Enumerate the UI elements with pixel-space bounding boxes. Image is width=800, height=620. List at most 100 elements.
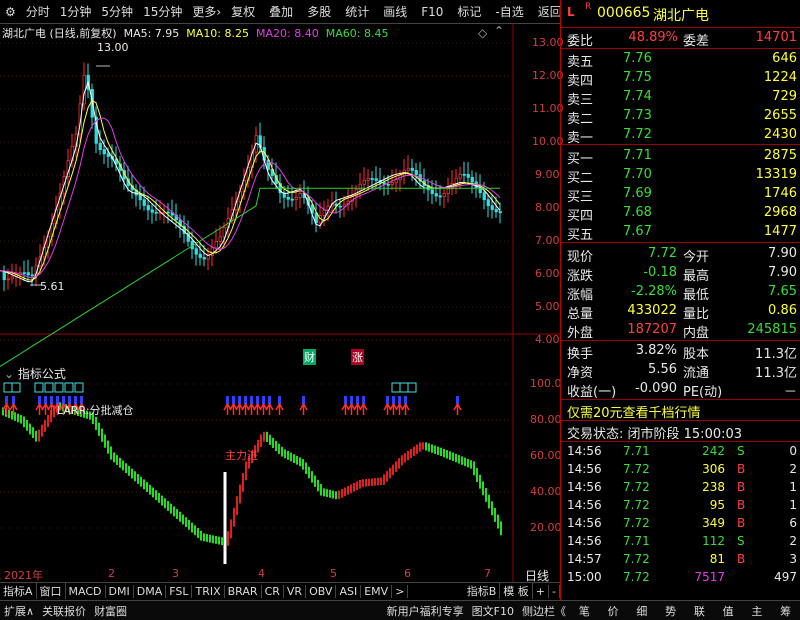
x-month: 5 <box>330 567 337 580</box>
candle <box>390 182 394 185</box>
side-tab[interactable]: 笔 <box>575 603 594 619</box>
period-tab-5min[interactable]: 5分钟 <box>96 3 138 20</box>
indicator-tab[interactable]: DMA <box>134 584 167 598</box>
promo-row[interactable]: 仅需20元查看千档行情 <box>561 401 800 421</box>
indicator-tab[interactable]: CR <box>262 584 284 598</box>
indicator-bar <box>203 533 205 542</box>
indicator-tab[interactable]: FSL <box>166 584 193 598</box>
tick-price: 7.72 <box>623 480 650 494</box>
indicator-bar <box>98 422 100 436</box>
template-tab[interactable]: 模 板 <box>500 583 533 599</box>
stat-label: 流通 <box>683 366 710 381</box>
tick-count: 6 <box>789 516 797 530</box>
indicator-tab[interactable]: BRAR <box>225 584 262 598</box>
stat-label: 今开 <box>683 250 710 265</box>
ask-volume: 646 <box>772 51 797 66</box>
side-tab[interactable]: 势 <box>661 603 680 619</box>
indicator-tab[interactable]: 窗口 <box>37 583 66 599</box>
zoom-in-button[interactable]: + <box>533 584 550 598</box>
bid-label: 买一 <box>567 152 594 167</box>
side-tab[interactable]: 联 <box>690 603 709 619</box>
indicator-tab[interactable]: EMV <box>361 584 393 598</box>
settings-icon[interactable]: ⚙ <box>0 5 21 19</box>
new-user-promo[interactable]: 新用户福利专享 <box>383 603 468 619</box>
tick-volume: 7517 <box>694 570 725 584</box>
more-tabs-arrow[interactable]: > <box>392 584 409 598</box>
rise-marker[interactable]: 涨 <box>351 349 364 365</box>
indicator-b-tab[interactable]: 指标B <box>464 583 501 599</box>
tick-row: 14:57 7.72 81 B 3 <box>561 551 800 569</box>
indicator-bar <box>323 488 325 497</box>
indicator-title-bar[interactable]: ⌄ 指标公式 <box>4 365 66 382</box>
period-tab-1min[interactable]: 1分钟 <box>55 3 97 20</box>
indicator-bar <box>200 530 202 541</box>
indicator-bar <box>185 517 187 528</box>
tick-price: 7.72 <box>623 462 650 476</box>
ask-row: 卖三 7.74 729 <box>561 88 800 108</box>
dropdown-icon[interactable]: ⌄ <box>4 367 14 381</box>
indicator-bar <box>389 467 391 479</box>
kline-chart[interactable] <box>0 24 560 582</box>
zoom-out-button[interactable]: - <box>549 584 560 598</box>
tick-count: 2 <box>789 534 797 548</box>
draw-line-button[interactable]: 画线 <box>378 3 412 20</box>
divider <box>561 441 800 442</box>
period-tab-fenshi[interactable]: 分时 <box>21 3 55 20</box>
indicator-tab[interactable]: 指标A <box>0 583 37 599</box>
overlay-button[interactable]: 叠加 <box>264 3 298 20</box>
stats-button[interactable]: 统计 <box>340 3 374 20</box>
indicator-bar <box>263 431 265 442</box>
related-quote-link[interactable]: 关联报价 <box>38 603 90 619</box>
mark-button[interactable]: 标记 <box>452 3 486 20</box>
tick-row: 14:56 7.72 306 B 2 <box>561 461 800 479</box>
indicator-bar <box>443 448 445 458</box>
stat-label: 现价 <box>567 250 594 265</box>
side-tab[interactable]: 主 <box>747 603 766 619</box>
indicator-tab[interactable]: TRIX <box>192 584 225 598</box>
f10-graphic-link[interactable]: 图文F10 <box>468 603 518 619</box>
indicator-bar <box>170 503 172 514</box>
candle <box>150 209 154 213</box>
tick-row: 15:00 7.72 7517 497 <box>561 569 800 587</box>
tick-row: 14:56 7.72 238 B 1 <box>561 479 800 497</box>
indicator-tab[interactable]: OBV <box>306 584 337 598</box>
candle <box>10 276 14 280</box>
bid-volume: 1477 <box>763 224 797 239</box>
period-more-button[interactable]: 更多› <box>187 3 226 20</box>
indicator-bar <box>317 479 319 492</box>
indicator-bar <box>401 455 403 466</box>
side-tab[interactable]: 值 <box>719 603 738 619</box>
indicator-bar <box>386 471 388 482</box>
signal-arrow <box>299 402 308 415</box>
finance-marker[interactable]: 财 <box>303 349 316 365</box>
promo-text[interactable]: 仅需20元查看千档行情 <box>567 402 701 421</box>
period-tab-15min[interactable]: 15分钟 <box>138 3 187 20</box>
indicator-tab[interactable]: MACD <box>66 584 106 598</box>
tick-volume: 242 <box>702 444 725 458</box>
y-tick: 10.00 <box>532 135 564 148</box>
fuquan-button[interactable]: 复权 <box>226 3 260 20</box>
tick-row: 14:56 7.71 112 S 2 <box>561 533 800 551</box>
indicator-tab[interactable]: DMI <box>106 584 134 598</box>
tick-price: 7.72 <box>623 552 650 566</box>
remove-favorite-button[interactable]: -自选 <box>490 3 528 20</box>
side-tab[interactable]: 细 <box>632 603 651 619</box>
sidebar-toggle[interactable]: 侧边栏《 <box>518 603 570 619</box>
expand-button[interactable]: 扩展∧ <box>0 603 38 619</box>
stat-value: -0.18 <box>643 265 677 280</box>
side-tab[interactable]: 筹 <box>776 603 795 619</box>
tick-side: B <box>737 498 746 512</box>
tick-time: 14:56 <box>567 444 602 458</box>
side-tab[interactable]: 价 <box>604 603 623 619</box>
indicator-bar <box>191 522 193 533</box>
indicator-bar <box>449 451 451 460</box>
indicator-tab[interactable]: ASI <box>336 584 362 598</box>
f10-button[interactable]: F10 <box>416 5 448 19</box>
weibi-value: 48.89% <box>628 30 678 45</box>
ask-label: 卖三 <box>567 93 594 108</box>
indicator-tab[interactable]: VR <box>284 584 307 598</box>
multi-stock-button[interactable]: 多股 <box>302 3 336 20</box>
wealth-circle-link[interactable]: 财富圈 <box>90 603 131 619</box>
indicator-bar <box>326 489 328 498</box>
tick-side: S <box>737 534 745 548</box>
